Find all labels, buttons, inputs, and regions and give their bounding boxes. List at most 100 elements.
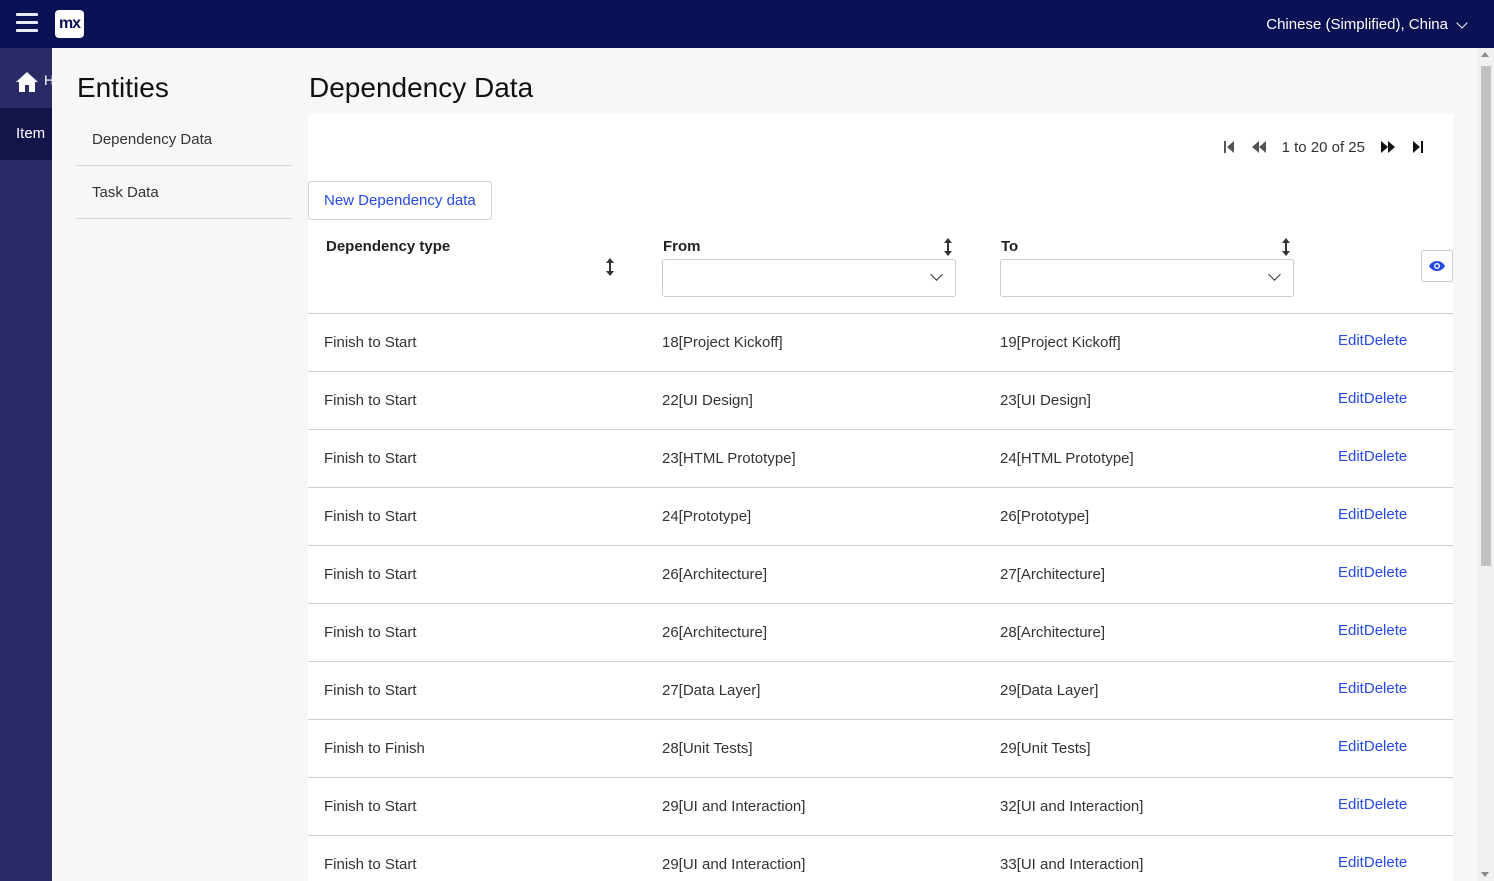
cell-type: Finish to Start bbox=[324, 450, 417, 467]
language-selector[interactable]: Chinese (Simplified), China bbox=[1266, 16, 1468, 33]
delete-link[interactable]: Delete bbox=[1364, 564, 1407, 581]
chevron-down-icon bbox=[1268, 268, 1281, 281]
page-range: 1 to 20 of 25 bbox=[1281, 138, 1365, 156]
cell-from: 28[Unit Tests] bbox=[662, 740, 753, 757]
table-row[interactable]: Finish to Start 23[HTML Prototype] 24[HTML… bbox=[308, 430, 1453, 488]
cell-type: Finish to Start bbox=[324, 798, 417, 815]
mendix-logo: mx bbox=[55, 10, 84, 38]
row-actions: EditDelete bbox=[1338, 506, 1407, 523]
delete-link[interactable]: Delete bbox=[1364, 854, 1407, 871]
column-header-from[interactable]: From bbox=[663, 238, 701, 255]
row-actions: EditDelete bbox=[1338, 448, 1407, 465]
chevron-down-icon bbox=[930, 268, 943, 281]
column-header-dependency-type[interactable]: Dependency type bbox=[326, 238, 450, 255]
hamburger-menu-icon[interactable] bbox=[16, 13, 38, 33]
cell-from: 26[Architecture] bbox=[662, 624, 768, 641]
sort-icon[interactable] bbox=[1281, 238, 1291, 256]
cell-to: 24[HTML Prototype] bbox=[1000, 450, 1134, 467]
table-row[interactable]: Finish to Finish 28[Unit Tests] 29[Unit Te… bbox=[308, 720, 1453, 778]
cell-from: 29[UI and Interaction] bbox=[662, 856, 806, 873]
scrollbar-thumb[interactable] bbox=[1481, 66, 1491, 566]
cell-type: Finish to Start bbox=[324, 508, 417, 525]
table-row[interactable]: Finish to Start 22[UI Design] 23[UI Design… bbox=[308, 372, 1453, 430]
vertical-scrollbar[interactable] bbox=[1477, 48, 1494, 881]
data-grid-panel: 1 to 20 of 25 New Dependency data Depend… bbox=[308, 114, 1453, 881]
cell-to: 23[UI Design] bbox=[1000, 392, 1091, 409]
delete-link[interactable]: Delete bbox=[1364, 332, 1407, 349]
last-page-icon bbox=[1413, 141, 1423, 153]
cell-from: 18[Project Kickoff] bbox=[662, 334, 783, 351]
edit-link[interactable]: Edit bbox=[1338, 738, 1364, 755]
table-row[interactable]: Finish to Start 24[Prototype] 26[Prototype… bbox=[308, 488, 1453, 546]
column-header-to[interactable]: To bbox=[1001, 238, 1018, 255]
entity-link-task-data[interactable]: Task Data bbox=[76, 166, 292, 219]
row-actions: EditDelete bbox=[1338, 738, 1407, 755]
eye-icon bbox=[1429, 261, 1445, 271]
table-row[interactable]: Finish to Start 26[Architecture] 27[Archit… bbox=[308, 546, 1453, 604]
edit-link[interactable]: Edit bbox=[1338, 564, 1364, 581]
from-filter-dropdown[interactable] bbox=[662, 259, 956, 297]
scroll-down-arrow-icon[interactable] bbox=[1481, 872, 1489, 877]
previous-page-button[interactable] bbox=[1249, 138, 1269, 156]
rail-item-home[interactable]: H bbox=[0, 60, 52, 104]
delete-link[interactable]: Delete bbox=[1364, 738, 1407, 755]
table-row[interactable]: Finish to Start 27[Data Layer] 29[Data Lay… bbox=[308, 662, 1453, 720]
edit-link[interactable]: Edit bbox=[1338, 332, 1364, 349]
edit-link[interactable]: Edit bbox=[1338, 390, 1364, 407]
edit-link[interactable]: Edit bbox=[1338, 622, 1364, 639]
row-actions: EditDelete bbox=[1338, 680, 1407, 697]
cell-to: 28[Architecture] bbox=[1000, 624, 1106, 641]
pagination: 1 to 20 of 25 bbox=[1214, 138, 1433, 156]
table-row[interactable]: Finish to Start 29[UI and Interaction] 33[… bbox=[308, 836, 1453, 881]
table-row[interactable]: Finish to Start 29[UI and Interaction] 32[… bbox=[308, 778, 1453, 836]
page-title: Dependency Data bbox=[309, 72, 534, 103]
cell-type: Finish to Start bbox=[324, 682, 417, 699]
column-visibility-button[interactable] bbox=[1421, 250, 1453, 282]
cell-type: Finish to Finish bbox=[324, 740, 425, 757]
scroll-up-arrow-icon[interactable] bbox=[1481, 52, 1489, 57]
entity-link-dependency-data[interactable]: Dependency Data bbox=[76, 113, 292, 166]
navigation-rail: H Item bbox=[0, 48, 52, 881]
delete-link[interactable]: Delete bbox=[1364, 796, 1407, 813]
table-row[interactable]: Finish to Start 18[Project Kickoff] 19[Pro… bbox=[308, 314, 1453, 372]
row-actions: EditDelete bbox=[1338, 390, 1407, 407]
cell-type: Finish to Start bbox=[324, 624, 417, 641]
cell-from: 29[UI and Interaction] bbox=[662, 798, 806, 815]
top-bar: mx Chinese (Simplified), China bbox=[0, 0, 1494, 48]
next-page-button[interactable] bbox=[1378, 138, 1398, 156]
cell-type: Finish to Start bbox=[324, 856, 417, 873]
cell-to: 19[Project Kickoff] bbox=[1000, 334, 1121, 351]
row-actions: EditDelete bbox=[1338, 854, 1407, 871]
delete-link[interactable]: Delete bbox=[1364, 448, 1407, 465]
delete-link[interactable]: Delete bbox=[1364, 622, 1407, 639]
first-page-button[interactable] bbox=[1219, 138, 1239, 156]
cell-type: Finish to Start bbox=[324, 392, 417, 409]
cell-to: 27[Architecture] bbox=[1000, 566, 1106, 583]
edit-link[interactable]: Edit bbox=[1338, 796, 1364, 813]
delete-link[interactable]: Delete bbox=[1364, 680, 1407, 697]
cell-from: 23[HTML Prototype] bbox=[662, 450, 796, 467]
delete-link[interactable]: Delete bbox=[1364, 390, 1407, 407]
edit-link[interactable]: Edit bbox=[1338, 506, 1364, 523]
edit-link[interactable]: Edit bbox=[1338, 854, 1364, 871]
cell-to: 26[Prototype] bbox=[1000, 508, 1090, 525]
sort-icon[interactable] bbox=[943, 238, 953, 256]
cell-to: 33[UI and Interaction] bbox=[1000, 856, 1144, 873]
home-icon bbox=[16, 72, 38, 92]
to-filter-dropdown[interactable] bbox=[1000, 259, 1294, 297]
language-label: Chinese (Simplified), China bbox=[1266, 16, 1448, 33]
delete-link[interactable]: Delete bbox=[1364, 506, 1407, 523]
table-row[interactable]: Finish to Start 26[Architecture] 28[Archit… bbox=[308, 604, 1453, 662]
first-page-icon bbox=[1223, 141, 1234, 153]
cell-from: 27[Data Layer] bbox=[662, 682, 761, 699]
cell-from: 24[Prototype] bbox=[662, 508, 752, 525]
row-actions: EditDelete bbox=[1338, 332, 1407, 349]
rail-item-item[interactable]: Item bbox=[0, 108, 52, 160]
edit-link[interactable]: Edit bbox=[1338, 448, 1364, 465]
last-page-button[interactable] bbox=[1408, 138, 1428, 156]
new-dependency-data-button[interactable]: New Dependency data bbox=[308, 181, 492, 220]
row-actions: EditDelete bbox=[1338, 796, 1407, 813]
sort-icon[interactable] bbox=[605, 258, 615, 276]
edit-link[interactable]: Edit bbox=[1338, 680, 1364, 697]
entities-title: Entities bbox=[77, 72, 169, 103]
